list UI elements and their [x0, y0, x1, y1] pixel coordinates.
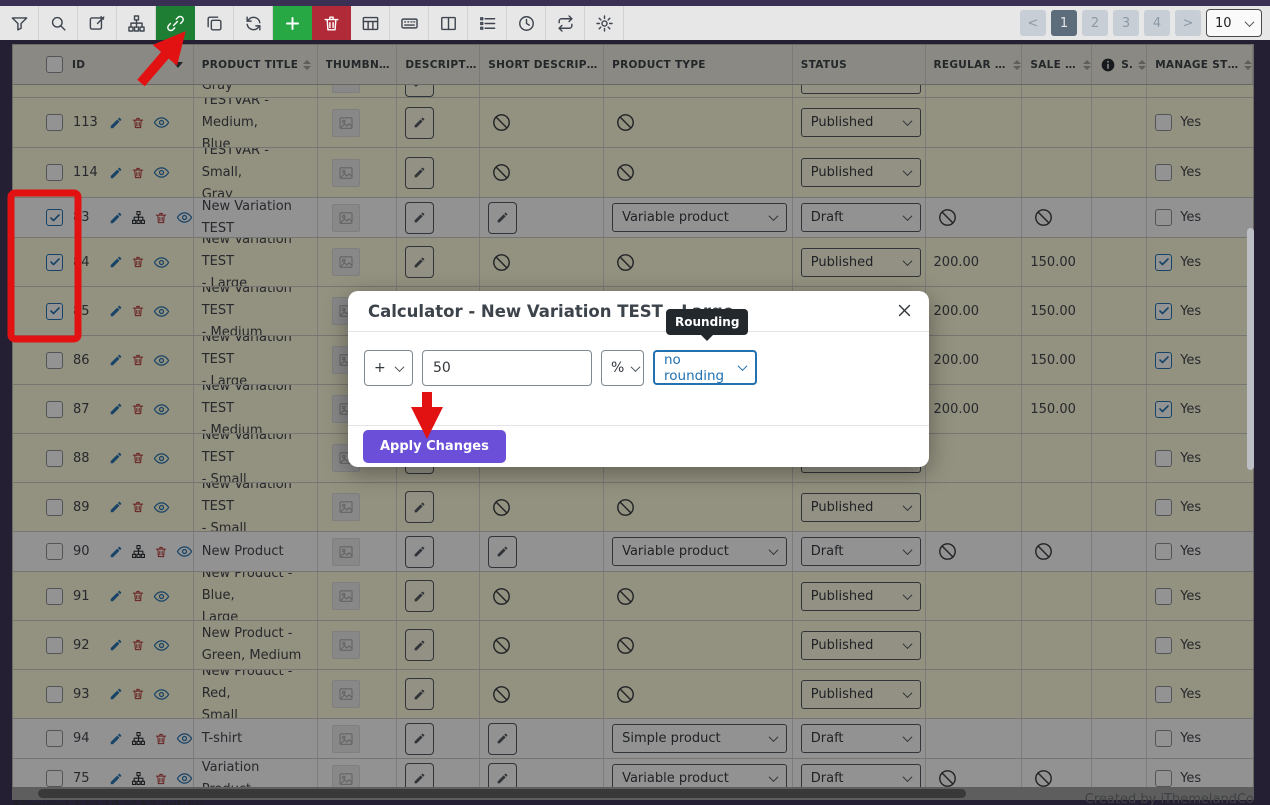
reload-icon [556, 14, 575, 33]
columns-button[interactable] [429, 6, 468, 40]
chevron-down-icon [738, 361, 748, 371]
search-button[interactable] [39, 6, 78, 40]
filter-icon [10, 14, 29, 33]
modal-header: Calculator - New Variation TEST - Large [348, 291, 929, 332]
bulk-edit-button[interactable] [78, 6, 117, 40]
search-icon [49, 14, 68, 33]
vertical-scrollbar[interactable] [1247, 228, 1254, 470]
operator-value: + [374, 360, 386, 376]
delete-icon [322, 14, 341, 33]
page-size-value: 10 [1215, 16, 1232, 31]
pagination: <1234>10 [1020, 10, 1262, 36]
next-page-button[interactable]: > [1175, 10, 1201, 36]
add-new-icon [283, 14, 302, 33]
reload-button[interactable] [546, 6, 585, 40]
chevron-down-icon [1245, 17, 1255, 27]
modal-footer: Apply Changes [348, 425, 929, 467]
sync-icon [244, 14, 263, 33]
rounding-select[interactable]: no rounding [653, 350, 757, 385]
variations-tree-icon [127, 14, 146, 33]
filter-button[interactable] [0, 6, 39, 40]
bind-edit-icon [166, 14, 185, 33]
options-icon [478, 14, 497, 33]
bulk-edit-icon [88, 14, 107, 33]
apply-changes-button[interactable]: Apply Changes [363, 430, 506, 463]
add-new-button[interactable] [273, 6, 312, 40]
columns-icon [439, 14, 458, 33]
page-button-3[interactable]: 3 [1113, 10, 1139, 36]
sync-button[interactable] [234, 6, 273, 40]
delete-button[interactable] [312, 6, 351, 40]
rounding-value: no rounding [664, 352, 731, 384]
calculator-modal: Calculator - New Variation TEST - Large … [348, 291, 929, 467]
page-button-1[interactable]: 1 [1051, 10, 1077, 36]
history-icon [517, 14, 536, 33]
page-button-2[interactable]: 2 [1082, 10, 1108, 36]
prev-page-button[interactable]: < [1020, 10, 1046, 36]
modal-body: + % no rounding [348, 332, 929, 425]
settings-button[interactable] [585, 6, 624, 40]
chevron-down-icon [395, 362, 405, 372]
chevron-down-icon [631, 362, 641, 372]
history-button[interactable] [507, 6, 546, 40]
page-size-select[interactable]: 10 [1206, 9, 1262, 37]
meta-fields-icon [400, 14, 419, 33]
meta-fields-button[interactable] [390, 6, 429, 40]
unit-select[interactable]: % [601, 350, 644, 386]
duplicate-button[interactable] [195, 6, 234, 40]
options-button[interactable] [468, 6, 507, 40]
close-icon [896, 302, 913, 319]
rounding-tooltip: Rounding [666, 309, 748, 335]
table-button[interactable] [351, 6, 390, 40]
settings-icon [595, 14, 614, 33]
bulk-products-editor-window: { "colors": { "accent_purple": "#6b4fd8"… [0, 0, 1270, 805]
calc-value-input[interactable] [422, 350, 592, 386]
duplicate-icon [205, 14, 224, 33]
operator-select[interactable]: + [364, 350, 413, 386]
bind-edit-button[interactable] [156, 6, 195, 40]
table-icon [361, 14, 380, 33]
close-icon[interactable] [896, 302, 913, 319]
page-button-4[interactable]: 4 [1144, 10, 1170, 36]
unit-value: % [611, 360, 624, 376]
variations-tree-button[interactable] [117, 6, 156, 40]
